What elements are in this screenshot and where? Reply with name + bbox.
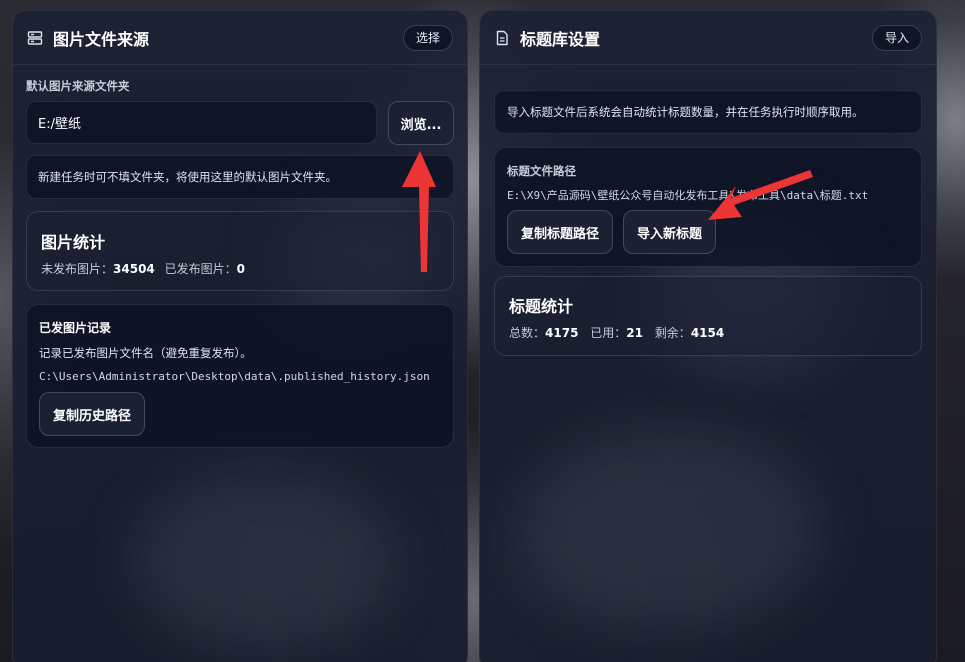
title-library-panel: 标题库设置 导入 导入标题文件后系统会自动统计标题数量，并在任务执行时顺序取用。…	[479, 10, 937, 662]
used-label: 已用：	[590, 326, 627, 340]
title-path-card: 标题文件路径 E:\X9\产品源码\壁纸公众号自动化发布工具\发布工具\data…	[494, 147, 922, 267]
title-stats-card: 标题统计 总数：4175 已用：21 剩余：4154	[494, 276, 922, 356]
copy-title-path-button[interactable]: 复制标题路径	[507, 210, 613, 254]
panel-header: 图片文件来源 选择	[13, 11, 467, 65]
title-path: E:\X9\产品源码\壁纸公众号自动化发布工具\发布工具\data\标题.txt	[507, 189, 869, 202]
copy-history-path-button[interactable]: 复制历史路径	[39, 392, 145, 436]
history-title: 已发图片记录	[39, 321, 112, 335]
panel-header: 标题库设置 导入	[480, 11, 936, 65]
panel-title: 图片文件来源	[53, 29, 150, 49]
remaining-label: 剩余：	[654, 326, 691, 340]
image-stats-card: 图片统计 未发布图片：34504 已发布图片：0	[26, 211, 454, 291]
used-value: 21	[626, 326, 643, 340]
unpublished-label: 未发布图片：	[41, 262, 114, 276]
image-stats-line: 未发布图片：34504 已发布图片：0	[41, 260, 245, 277]
info-text: 导入标题文件后系统会自动统计标题数量，并在任务执行时顺序取用。	[507, 105, 864, 119]
title-stats-title: 标题统计	[509, 297, 574, 316]
history-path: C:\Users\Administrator\Desktop\data\.pub…	[39, 370, 430, 383]
hint-text: 新建任务时可不填文件夹，将使用这里的默认图片文件夹。	[38, 170, 337, 184]
title-stats-line: 总数：4175 已用：21 剩余：4154	[509, 324, 724, 341]
remaining-value: 4154	[690, 326, 725, 340]
history-card: 已发图片记录 记录已发布图片文件名（避免重复发布）。 C:\Users\Admi…	[26, 304, 454, 448]
total-value: 4175	[545, 326, 579, 340]
default-folder-label: 默认图片来源文件夹	[26, 79, 130, 93]
total-label: 总数：	[509, 326, 546, 340]
background-blur	[520, 431, 820, 631]
title-path-label: 标题文件路径	[507, 164, 576, 178]
image-source-panel: 图片文件来源 选择 默认图片来源文件夹 E:/壁纸 浏览... 新建任务时可不填…	[12, 10, 468, 662]
server-icon	[27, 30, 43, 46]
published-value: 0	[236, 262, 245, 276]
history-description: 记录已发布图片文件名（避免重复发布）。	[39, 346, 252, 360]
folder-input-value: E:/壁纸	[38, 117, 81, 132]
image-stats-title: 图片统计	[41, 233, 106, 252]
folder-input[interactable]: E:/壁纸	[26, 101, 377, 144]
info-box: 导入标题文件后系统会自动统计标题数量，并在任务执行时顺序取用。	[494, 90, 922, 134]
document-icon	[494, 30, 510, 46]
panel-title: 标题库设置	[520, 29, 601, 49]
background-blur	[133, 471, 393, 651]
hint-box: 新建任务时可不填文件夹，将使用这里的默认图片文件夹。	[26, 155, 454, 199]
import-button[interactable]: 导入	[871, 24, 922, 51]
browse-button[interactable]: 浏览...	[388, 101, 454, 145]
import-new-titles-button[interactable]: 导入新标题	[623, 210, 716, 254]
published-label: 已发布图片：	[164, 262, 237, 276]
unpublished-value: 34504	[113, 262, 155, 276]
select-button[interactable]: 选择	[402, 24, 453, 51]
